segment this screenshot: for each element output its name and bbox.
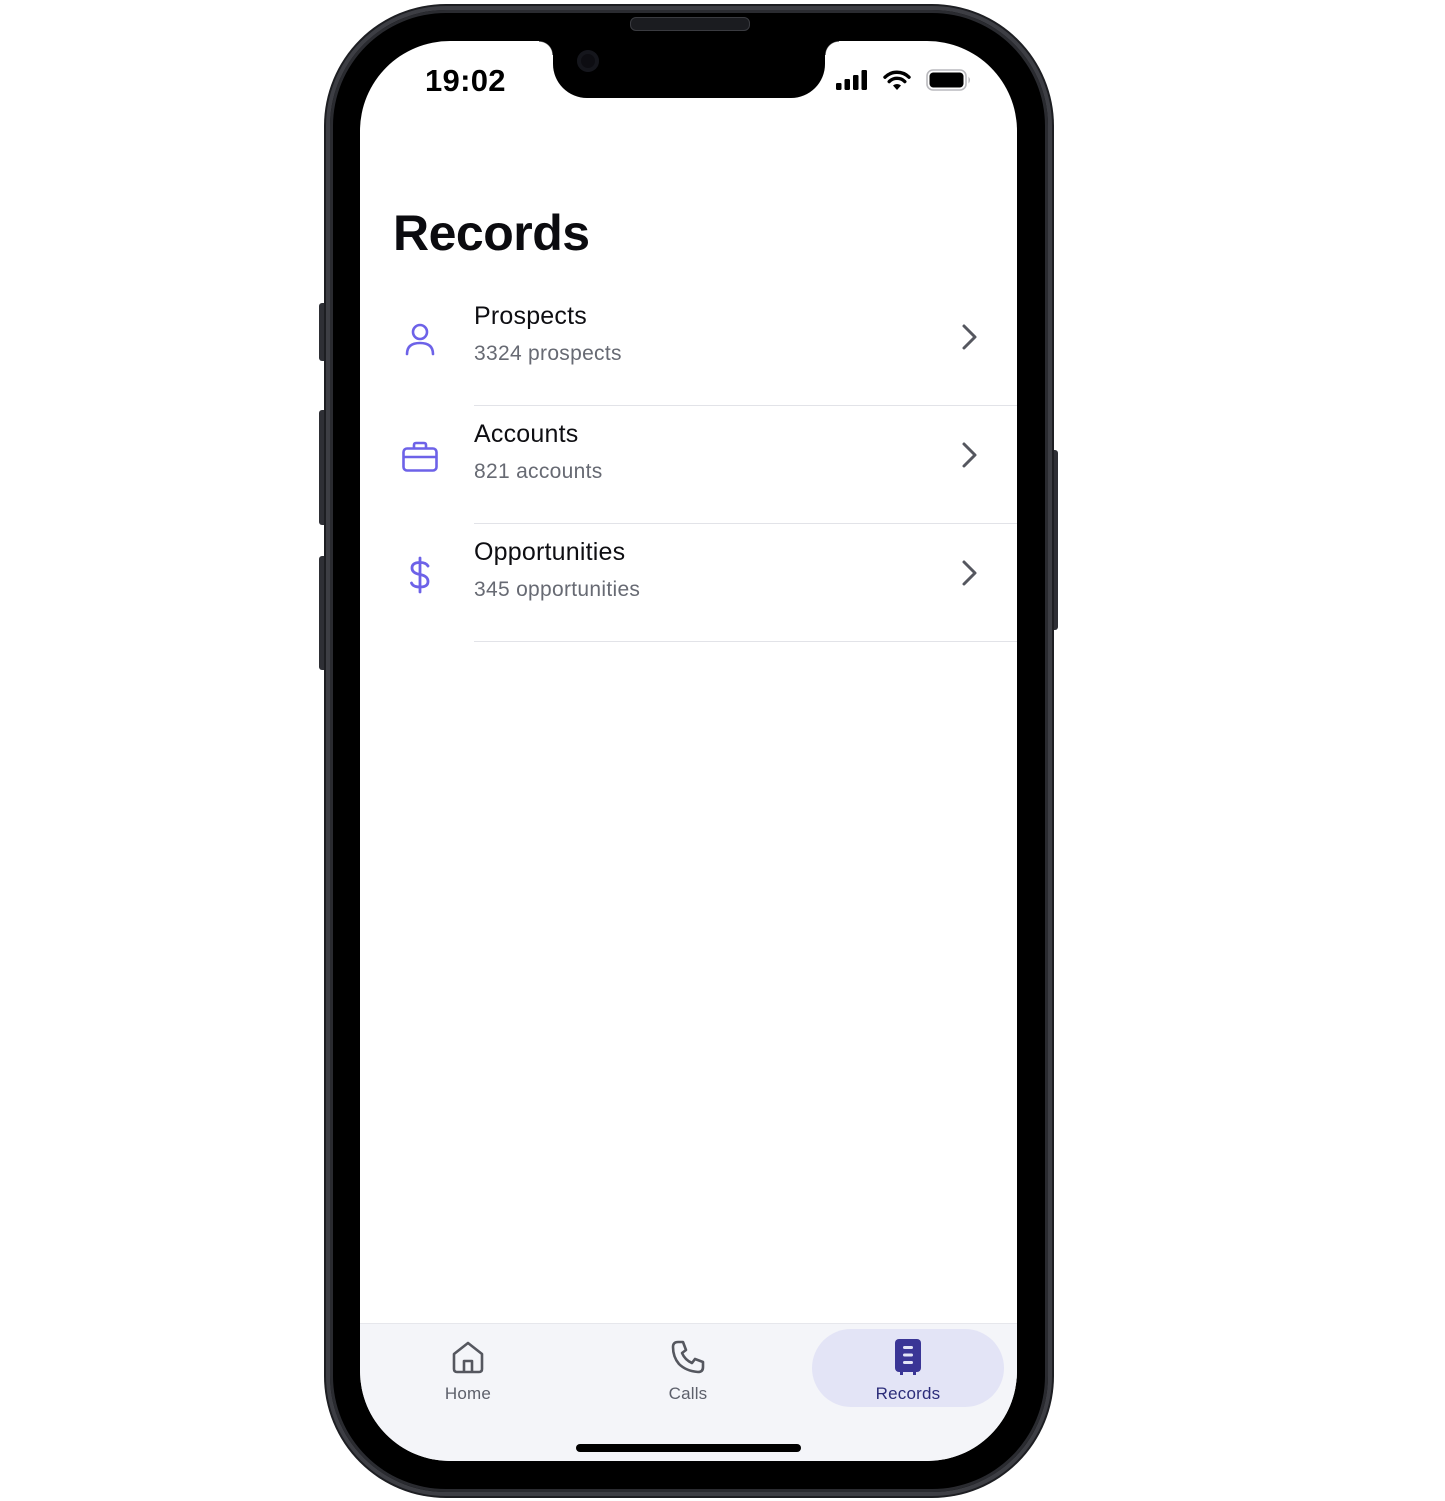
record-title: Opportunities xyxy=(474,538,626,566)
chevron-right-icon xyxy=(957,321,981,353)
tab-bar: Home Calls Records xyxy=(360,1323,1017,1461)
record-list: Prospects 3324 prospects Accounts 821 ac… xyxy=(360,288,1017,642)
status-icons xyxy=(836,69,972,96)
record-count: 345 opportunities xyxy=(474,578,641,601)
chevron-right-icon xyxy=(957,557,981,589)
status-time: 19:02 xyxy=(425,63,506,98)
chevron-right-icon xyxy=(957,439,981,471)
tab-records[interactable]: Records xyxy=(812,1329,1004,1407)
notch xyxy=(539,41,839,98)
battery-icon xyxy=(926,69,972,96)
home-icon xyxy=(448,1337,488,1377)
record-row-opportunities[interactable]: Opportunities 345 opportunities xyxy=(360,524,1017,642)
record-count: 3324 prospects xyxy=(474,342,622,365)
tab-home[interactable]: Home xyxy=(372,1329,564,1407)
front-camera xyxy=(577,50,599,72)
record-row-prospects[interactable]: Prospects 3324 prospects xyxy=(360,288,1017,406)
wifi-icon xyxy=(882,69,912,96)
speaker-grill xyxy=(630,17,750,31)
cellular-signal-icon xyxy=(836,70,868,95)
tab-label: Home xyxy=(444,1384,492,1403)
record-count: 821 accounts xyxy=(474,460,603,483)
user-icon xyxy=(398,317,442,361)
tab-calls[interactable]: Calls xyxy=(592,1329,784,1407)
phone-icon xyxy=(668,1337,708,1377)
dollar-icon xyxy=(398,553,442,597)
phone-screen: 19:02 Records Prospects 3324 prospects A… xyxy=(360,41,1017,1461)
record-row-accounts[interactable]: Accounts 821 accounts xyxy=(360,406,1017,524)
record-title: Prospects xyxy=(474,302,587,330)
record-title: Accounts xyxy=(474,420,579,448)
tab-label: Records xyxy=(875,1384,941,1403)
records-icon xyxy=(888,1337,928,1377)
tab-label: Calls xyxy=(668,1384,708,1403)
home-indicator xyxy=(576,1444,801,1452)
briefcase-icon xyxy=(398,435,442,479)
page-title: Records xyxy=(393,205,590,261)
